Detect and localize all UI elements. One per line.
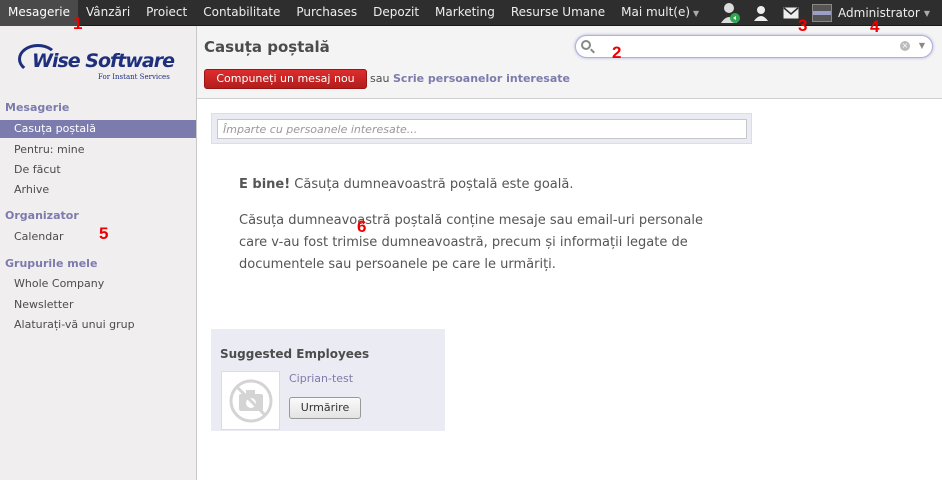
menu-item-depozit[interactable]: Depozit: [365, 0, 427, 26]
annotation-marker: 5: [99, 224, 109, 243]
main-menu: Mesagerie Vânzări Proiect Contabilitate …: [0, 0, 707, 26]
share-box: [211, 113, 752, 144]
menu-item-marketing[interactable]: Marketing: [427, 0, 503, 26]
share-input[interactable]: [217, 119, 747, 139]
chevron-down-icon[interactable]: ▼: [919, 41, 925, 50]
chevron-down-icon: ▼: [923, 8, 930, 18]
search-input[interactable]: [598, 38, 898, 55]
menu-item-resurse-umane[interactable]: Resurse Umane: [503, 0, 613, 26]
sidebar-section-my-groups: Grupurile mele: [5, 257, 98, 270]
sidebar-item-calendar[interactable]: Calendar: [0, 228, 196, 246]
annotation-marker: 2: [612, 43, 622, 62]
sidebar-item-to-me[interactable]: Pentru: mine: [0, 141, 196, 159]
empty-inbox-description: Căsuța dumneavoastră poștală conține mes…: [239, 213, 703, 272]
company-logo[interactable]: Wise Software For Instant Services: [18, 40, 178, 86]
search-icon: [581, 40, 591, 50]
search-box[interactable]: × ▼: [575, 35, 933, 58]
annotation-marker: 6: [357, 217, 367, 236]
sidebar-item-todo[interactable]: De făcut: [0, 161, 196, 179]
menu-item-vanzari[interactable]: Vânzări: [78, 0, 138, 26]
sidebar-item-inbox[interactable]: Casuța poștală: [0, 120, 196, 138]
employee-name-link[interactable]: Ciprian-test: [289, 372, 353, 385]
suggested-employees-title: Suggested Employees: [220, 347, 370, 361]
user-icon[interactable]: [746, 0, 776, 26]
sidebar-item-join-group[interactable]: Alaturați-vă unui grup: [0, 316, 196, 334]
menu-more-label: Mai mult(e): [621, 5, 691, 19]
menu-item-contabilitate[interactable]: Contabilitate: [195, 0, 288, 26]
annotation-marker: 4: [870, 17, 880, 36]
annotation-marker: 1: [73, 14, 83, 33]
sidebar: Wise Software For Instant Services: [0, 26, 197, 480]
sidebar-item-whole-company[interactable]: Whole Company: [0, 275, 196, 293]
sidebar-item-newsletter[interactable]: Newsletter: [0, 296, 196, 314]
menu-item-purchases[interactable]: Purchases: [288, 0, 365, 26]
page-header: Casuța poștală Compuneți un mesaj nou sa…: [197, 26, 942, 99]
logo-tagline: For Instant Services: [98, 73, 170, 81]
system-tray: Administrator ▼: [716, 0, 942, 26]
page-title: Casuța poștală: [204, 38, 330, 56]
annotation-marker: 3: [798, 16, 808, 35]
logo-wordmark: Wise Software: [32, 50, 175, 72]
or-text: sau: [370, 72, 390, 85]
empty-inbox-bold: E bine!: [239, 177, 291, 192]
follow-button[interactable]: Urmărire: [289, 397, 361, 419]
empty-inbox-title: E bine! Căsuța dumneavoastră poștală est…: [239, 177, 573, 192]
sidebar-section-mesagerie: Mesagerie: [5, 101, 70, 114]
menu-item-mesagerie[interactable]: Mesagerie: [0, 0, 78, 26]
empty-inbox-text: Căsuța dumneavoastră poștală este goală.: [290, 177, 574, 192]
user-status-icon[interactable]: [716, 0, 746, 26]
sidebar-item-archives[interactable]: Arhive: [0, 181, 196, 199]
clear-icon[interactable]: ×: [900, 41, 910, 51]
compose-button[interactable]: Compuneți un mesaj nou: [204, 69, 367, 89]
no-photo-icon: [221, 371, 280, 430]
chevron-down-icon: ▼: [693, 9, 700, 18]
sidebar-section-organizer: Organizator: [5, 209, 79, 222]
menu-item-proiect[interactable]: Proiect: [138, 0, 195, 26]
suggested-employees-panel: Suggested Employees Ciprian-test Urmărir…: [211, 329, 445, 431]
write-followers-link[interactable]: Scrie persoanelor interesate: [393, 72, 570, 85]
menu-item-more[interactable]: Mai mult(e) ▼: [613, 0, 707, 26]
avatar: [812, 4, 833, 22]
